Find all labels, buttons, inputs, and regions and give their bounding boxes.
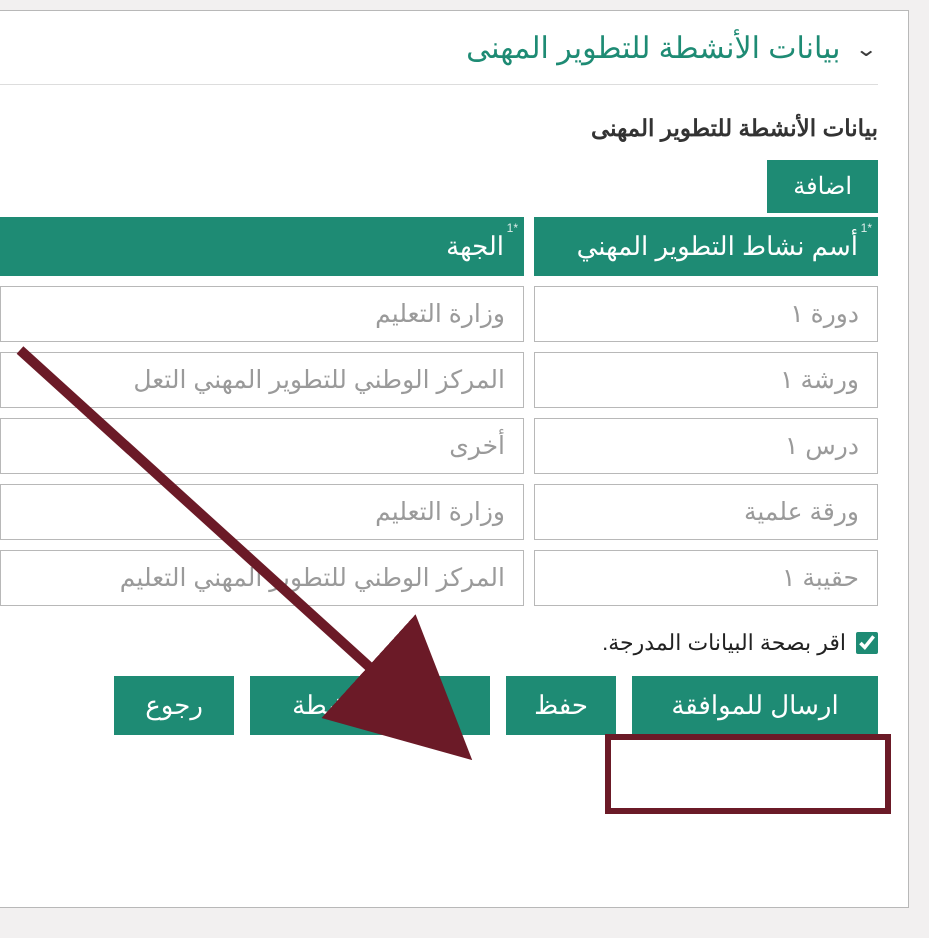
confirm-data-row[interactable]: اقر بصحة البيانات المدرجة. bbox=[0, 630, 878, 656]
section-subtitle: بيانات الأنشطة للتطوير المهنى bbox=[0, 115, 878, 142]
confirm-checkbox[interactable] bbox=[856, 632, 878, 654]
organization-cell[interactable]: المركز الوطني للتطوير المهني التعليم bbox=[0, 550, 524, 606]
table-row: دورة ١ وزارة التعليم bbox=[0, 286, 878, 342]
activity-name-cell[interactable]: ورشة ١ bbox=[534, 352, 878, 408]
back-button[interactable]: رجوع bbox=[114, 676, 234, 735]
organization-cell[interactable]: المركز الوطني للتطوير المهني التعل bbox=[0, 352, 524, 408]
organization-cell[interactable]: وزارة التعليم bbox=[0, 286, 524, 342]
activities-table: *1 أسم نشاط التطوير المهني *1 الجهة دورة… bbox=[0, 217, 878, 606]
section-header[interactable]: ⌄ بيانات الأنشطة للتطوير المهنى bbox=[0, 31, 878, 85]
section-title: بيانات الأنشطة للتطوير المهنى bbox=[466, 31, 840, 66]
add-button[interactable]: اضافة bbox=[767, 160, 878, 213]
column-header-label: الجهة bbox=[446, 231, 504, 261]
table-row: درس ١ أخرى bbox=[0, 418, 878, 474]
chevron-down-icon: ⌄ bbox=[855, 38, 878, 59]
form-panel: ⌄ بيانات الأنشطة للتطوير المهنى بيانات ا… bbox=[0, 10, 909, 908]
table-row: ورشة ١ المركز الوطني للتطوير المهني التع… bbox=[0, 352, 878, 408]
table-row: ورقة علمية وزارة التعليم bbox=[0, 484, 878, 540]
confirm-label: اقر بصحة البيانات المدرجة. bbox=[602, 630, 846, 656]
table-row: حقيبة ١ المركز الوطني للتطوير المهني الت… bbox=[0, 550, 878, 606]
check-activities-button[interactable]: فحص الأنشطة bbox=[250, 676, 490, 735]
required-marker: *1 bbox=[507, 221, 518, 235]
organization-cell[interactable]: وزارة التعليم bbox=[0, 484, 524, 540]
activity-name-cell[interactable]: حقيبة ١ bbox=[534, 550, 878, 606]
submit-approval-button[interactable]: ارسال للموافقة bbox=[632, 676, 878, 735]
activity-name-cell[interactable]: درس ١ bbox=[534, 418, 878, 474]
column-header-organization: *1 الجهة bbox=[0, 217, 524, 276]
column-header-activity-name: *1 أسم نشاط التطوير المهني bbox=[534, 217, 878, 276]
save-button[interactable]: حفظ bbox=[506, 676, 616, 735]
required-marker: *1 bbox=[861, 221, 872, 235]
activity-name-cell[interactable]: ورقة علمية bbox=[534, 484, 878, 540]
action-buttons-row: ارسال للموافقة حفظ فحص الأنشطة رجوع bbox=[0, 676, 878, 735]
organization-cell[interactable]: أخرى bbox=[0, 418, 524, 474]
activity-name-cell[interactable]: دورة ١ bbox=[534, 286, 878, 342]
table-header-row: *1 أسم نشاط التطوير المهني *1 الجهة bbox=[0, 217, 878, 276]
column-header-label: أسم نشاط التطوير المهني bbox=[577, 231, 858, 261]
